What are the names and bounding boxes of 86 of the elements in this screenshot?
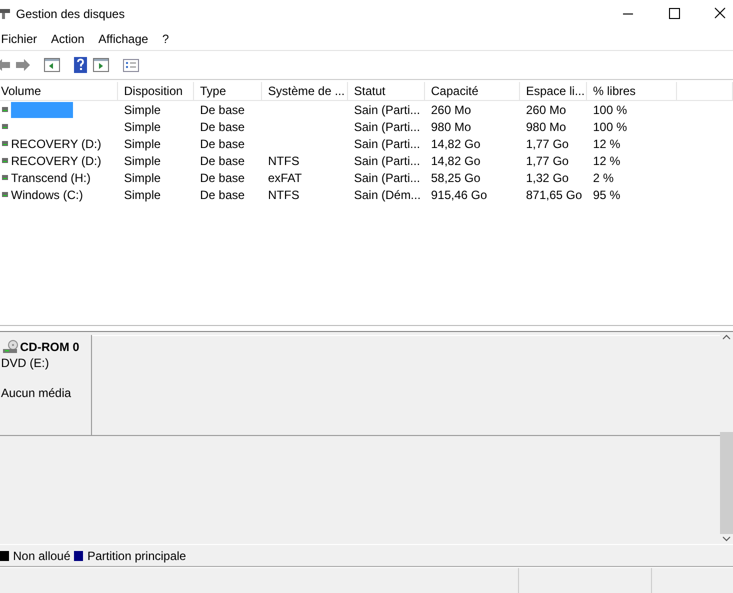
- table-cell: Sain (Parti...: [354, 120, 420, 134]
- scrollbar[interactable]: [720, 332, 733, 544]
- menu-item[interactable]: Affichage: [91, 32, 156, 46]
- panel-icon[interactable]: [44, 58, 60, 72]
- table-cell: De base: [200, 120, 245, 134]
- table-cell: exFAT: [268, 170, 302, 184]
- column-header[interactable]: Statut: [348, 82, 425, 100]
- table-cell: De base: [200, 102, 245, 116]
- volume-icon: [2, 124, 8, 129]
- table-cell: 2 %: [593, 170, 614, 184]
- table-cell: 100 %: [593, 120, 628, 134]
- table-cell: RECOVERY (D:): [11, 136, 102, 152]
- table-row[interactable]: Simple De base Sain (Parti... 980 Mo 980 Mo 100 %: [0, 118, 733, 135]
- scroll-up-icon[interactable]: [720, 332, 733, 342]
- table-cell: 12 %: [593, 136, 620, 150]
- selection-highlight: [11, 102, 73, 118]
- menu-item[interactable]: Action: [44, 32, 92, 46]
- volume-icon: [2, 192, 8, 197]
- table-cell: 14,82 Go: [431, 154, 480, 168]
- volume-icon: [2, 141, 8, 146]
- volume-icon: [2, 175, 8, 180]
- table-cell: Windows (C:): [11, 186, 84, 202]
- table-cell: De base: [200, 170, 245, 184]
- column-header[interactable]: Type: [194, 82, 262, 100]
- column-header[interactable]: Volume: [0, 82, 118, 100]
- table-cell: De base: [200, 188, 245, 202]
- column-header[interactable]: Disposition: [118, 82, 194, 100]
- table-cell: 100 %: [593, 102, 628, 116]
- table-row[interactable]: Transcend (H:) Simple De base exFAT Sain (Parti... 58,25 Go 1,32 Go 2 %: [0, 169, 733, 186]
- menu-item[interactable]: ?: [155, 32, 176, 46]
- table-cell: NTFS: [268, 188, 300, 202]
- window-title: Gestion des disques: [16, 7, 125, 21]
- table-cell: 14,82 Go: [431, 136, 480, 150]
- table-cell: Simple: [124, 120, 161, 134]
- table-cell: Simple: [124, 188, 161, 202]
- table-cell: 1,32 Go: [526, 170, 569, 184]
- table-cell: 1,77 Go: [526, 154, 569, 168]
- table-cell: 1,77 Go: [526, 136, 569, 150]
- back-arrow-icon[interactable]: [0, 59, 10, 71]
- legend-label: Partition principale: [87, 548, 186, 562]
- disk-management-icon: [0, 8, 10, 20]
- table-cell: Transcend (H:): [11, 170, 91, 186]
- table-cell: Simple: [124, 136, 161, 150]
- help-icon[interactable]: [74, 57, 87, 73]
- table-cell: De base: [200, 154, 245, 168]
- table-cell: 871,65 Go: [526, 188, 582, 202]
- menu-item[interactable]: Fichier: [1, 32, 44, 46]
- table-cell: 95 %: [593, 188, 620, 202]
- table-cell: 260 Mo: [526, 102, 566, 116]
- table-cell: Simple: [124, 154, 161, 168]
- media-status: Aucun média: [1, 386, 72, 400]
- table-cell: Sain (Parti...: [354, 154, 420, 168]
- table-cell: Simple: [124, 102, 161, 116]
- volume-icon: [2, 107, 8, 112]
- table-row[interactable]: RECOVERY (D:) Simple De base Sain (Parti... 14,82 Go 1,77 Go 12 %: [0, 135, 733, 152]
- forward-arrow-icon[interactable]: [16, 59, 30, 71]
- splitter[interactable]: [0, 325, 733, 332]
- table-cell: 980 Mo: [526, 120, 566, 134]
- table-cell: RECOVERY (D:): [11, 152, 102, 168]
- column-header[interactable]: Capacité: [425, 82, 520, 100]
- column-header[interactable]: Espace li...: [520, 82, 587, 100]
- cd-drive-icon: [3, 340, 19, 354]
- scroll-down-icon[interactable]: [720, 534, 733, 544]
- table-cell: Sain (Parti...: [354, 102, 420, 116]
- table-cell: Sain (Parti...: [354, 170, 420, 184]
- table-row[interactable]: Windows (C:) Simple De base NTFS Sain (Dém... 915,46 Go 871,65 Go 95 %: [0, 186, 733, 203]
- table-cell: NTFS: [268, 154, 300, 168]
- table-cell: Sain (Parti...: [354, 136, 420, 150]
- table-cell: 915,46 Go: [431, 188, 488, 202]
- legend-label: Non alloué: [13, 548, 70, 562]
- disk-card[interactable]: CD-ROM 0 DVD (E:) Aucun média: [0, 335, 92, 435]
- table-row[interactable]: RECOVERY (D:) Simple De base NTFS Sain (Parti... 14,82 Go 1,77 Go 12 %: [0, 152, 733, 169]
- column-header[interactable]: % libres: [587, 82, 677, 100]
- table-cell: Simple: [124, 170, 161, 184]
- table-cell: Sain (Dém...: [354, 188, 421, 202]
- table-cell: 980 Mo: [431, 120, 472, 134]
- properties-icon[interactable]: [123, 58, 139, 72]
- volume-icon: [2, 158, 8, 163]
- table-cell: 260 Mo: [431, 102, 472, 116]
- panel-icon[interactable]: [93, 58, 109, 72]
- table-cell: 58,25 Go: [431, 170, 480, 184]
- disk-name: CD-ROM 0: [20, 340, 80, 354]
- table-cell: 12 %: [593, 154, 620, 168]
- drive-label: DVD (E:): [1, 356, 50, 370]
- column-header[interactable]: Système de ...: [262, 82, 348, 100]
- table-cell: De base: [200, 136, 245, 150]
